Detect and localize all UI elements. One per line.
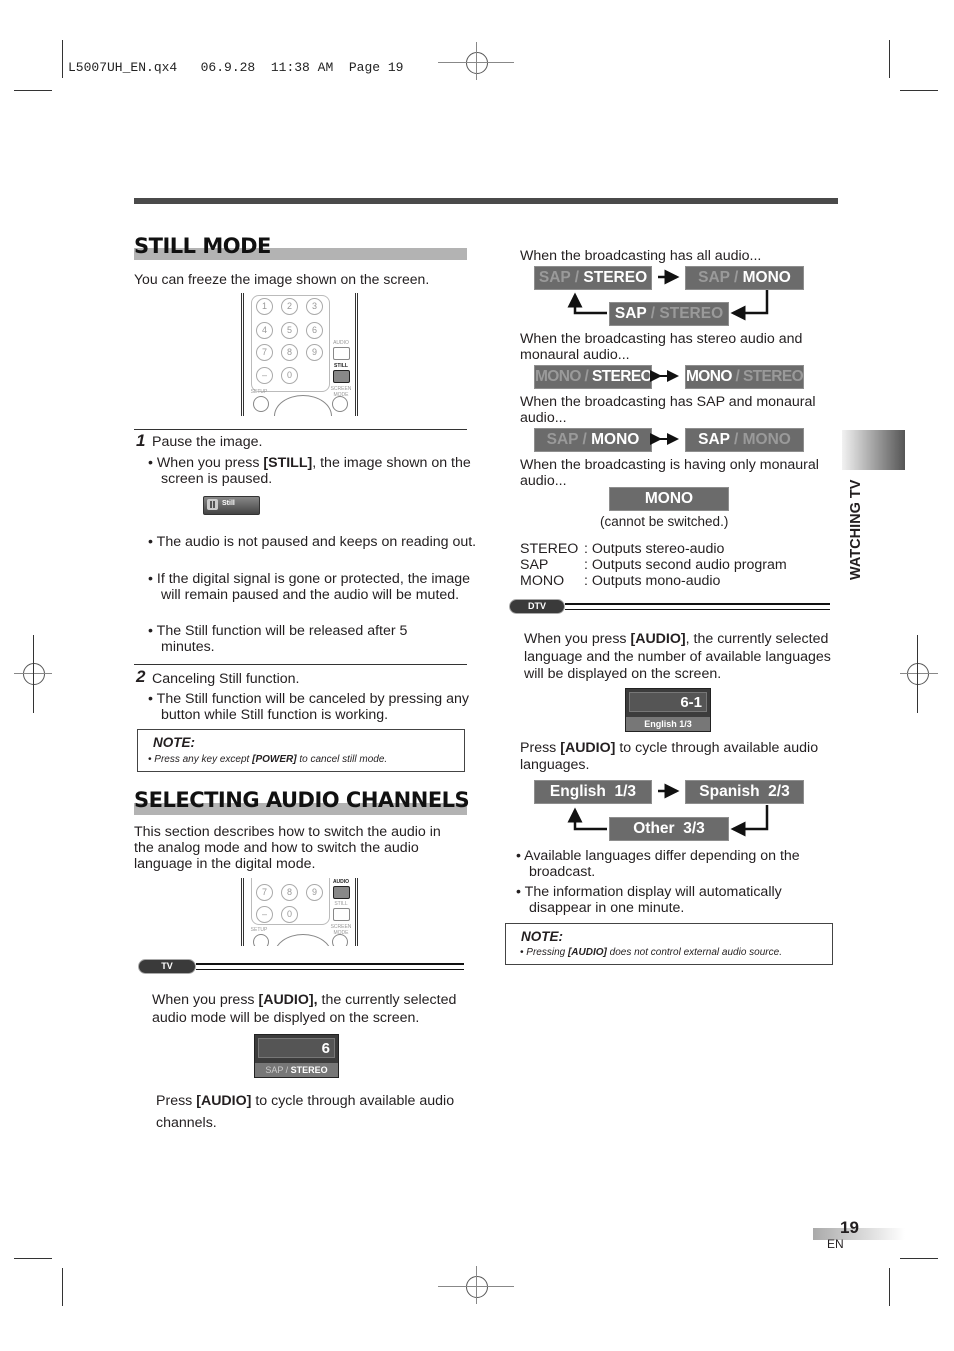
side-tab-gradient bbox=[842, 430, 905, 470]
side-tab-label: WATCHING TV bbox=[848, 479, 864, 580]
arrow-return-icon bbox=[730, 290, 769, 321]
arrow-return-icon bbox=[730, 805, 769, 837]
page-number: 19 bbox=[840, 1218, 859, 1237]
arrow-up-icon bbox=[567, 807, 607, 831]
flow-arrows bbox=[567, 269, 769, 837]
arrow-up-icon bbox=[567, 292, 607, 315]
language-code: EN bbox=[827, 1237, 844, 1251]
